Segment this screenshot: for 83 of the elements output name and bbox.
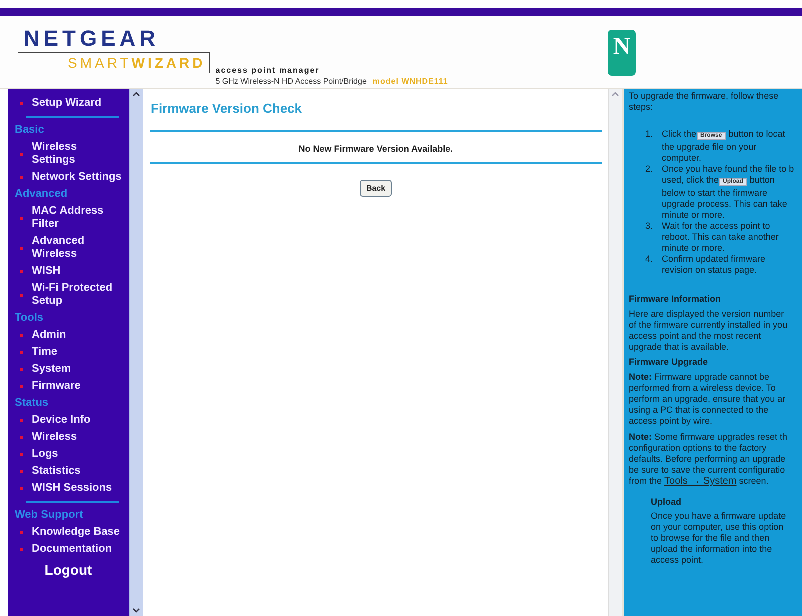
- section-heading: Advanced: [14, 188, 69, 201]
- step-text: below to start the firmware: [662, 188, 768, 198]
- bullet-icon: [20, 102, 23, 105]
- product-logo-text: SMART WIZARD: [18, 52, 210, 73]
- step-text: minute or more.: [662, 210, 726, 220]
- help-heading: Firmware Information: [629, 294, 722, 305]
- bullet-icon: [20, 487, 23, 490]
- scrollbar[interactable]: [129, 89, 143, 616]
- sidebar-link[interactable]: Network Settings: [32, 171, 122, 184]
- bullet-icon: [20, 351, 23, 354]
- bullet-icon: [20, 176, 23, 179]
- step-text: Click the: [662, 129, 697, 139]
- step-text: Confirm updated firmware: [662, 254, 766, 264]
- bullet-icon: [20, 385, 23, 388]
- bullet-icon: [20, 270, 23, 273]
- section-heading: Basic: [14, 124, 46, 137]
- step-text: revision on status page.: [662, 265, 758, 275]
- step-text: button: [750, 175, 775, 185]
- sidebar-link[interactable]: Wi-Fi Protected Setup: [32, 282, 113, 308]
- step-text: Once you have found the file to b: [662, 164, 794, 174]
- step-text: button to locat: [728, 129, 786, 139]
- bullet-icon: [20, 368, 23, 371]
- model-name: model WNHDE111: [372, 77, 448, 86]
- scroll-up-icon[interactable]: [133, 92, 140, 97]
- status-message: No New Firmware Version Available.: [298, 144, 454, 154]
- step-text: minute or more.: [662, 243, 726, 253]
- step-text: the upgrade file on your: [662, 142, 757, 152]
- sidebar-link[interactable]: MAC Address Filter: [32, 205, 104, 231]
- help-text: Note: Firmware upgrade cannot be performed from a wireless device. To perform an upgrade, ensure that you ar using a PC that is connected to the access point by wire.: [629, 372, 787, 427]
- sidebar-link[interactable]: Device Info: [32, 414, 91, 427]
- section-heading: Web Support: [14, 509, 84, 522]
- sidebar-link[interactable]: WISH: [32, 265, 61, 278]
- bullet-icon: [20, 419, 23, 422]
- section-heading: Status: [14, 397, 50, 410]
- sidebar-link[interactable]: WISH Sessions: [32, 482, 112, 495]
- bullet-icon: [20, 334, 23, 337]
- step-number: 3.: [644, 221, 654, 233]
- step-text: reboot. This can take another: [662, 232, 779, 242]
- help-text: Note: Some firmware upgrades reset th configuration options to the factory defaults. Before performing an upgrade be sure to save the current configuratio from the Tools → System screen.: [629, 432, 789, 487]
- scroll-down-icon[interactable]: [133, 608, 140, 613]
- logout-link[interactable]: Logout: [8, 562, 129, 578]
- help-text: Here are displayed the version number of the firmware currently installed in you access point and the most recent upgrade that is available.: [629, 309, 789, 353]
- sidebar-link[interactable]: Knowledge Base: [32, 526, 120, 539]
- bullet-icon: [20, 548, 23, 551]
- sidebar-link[interactable]: Setup Wizard: [32, 97, 102, 110]
- section-heading: Tools: [14, 312, 45, 325]
- step-number: 2.: [644, 164, 654, 176]
- brand-logo-text: NETGEAR: [23, 26, 161, 52]
- back-button[interactable]: Back: [360, 180, 392, 197]
- bullet-icon: [20, 531, 23, 534]
- sidebar-link[interactable]: Admin: [32, 329, 66, 342]
- wireless-n-badge: N: [608, 30, 636, 76]
- sidebar-link[interactable]: Time: [32, 346, 58, 359]
- subtitle: access point manager: [216, 66, 321, 76]
- scrollbar[interactable]: [608, 89, 622, 616]
- sidebar-link[interactable]: System: [32, 363, 72, 376]
- bullet-icon: [20, 152, 23, 156]
- bullet-icon: [20, 436, 23, 439]
- step-number: 4.: [644, 254, 654, 266]
- help-heading: Upload: [650, 497, 682, 508]
- page-title: Firmware Version Check: [151, 101, 304, 116]
- bullet-icon: [20, 470, 23, 473]
- bullet-icon: [20, 216, 23, 220]
- bullet-icon: [20, 246, 23, 250]
- bullet-icon: [20, 453, 23, 456]
- sidebar-link[interactable]: Statistics: [32, 465, 81, 478]
- step-text: computer.: [662, 153, 702, 163]
- step-number: 1.: [644, 129, 654, 141]
- sidebar-link[interactable]: Logs: [32, 448, 58, 461]
- help-text: Once you have a firmware update on your computer, use this option to browse for the file and then upload the information into the access point.: [650, 511, 788, 566]
- device-name: 5 GHz Wireless-N HD Access Point/Bridge: [216, 77, 367, 86]
- sidebar-link[interactable]: Documentation: [32, 543, 112, 556]
- sidebar-link[interactable]: Firmware: [32, 380, 81, 393]
- step-text: upgrade process. This can take: [662, 199, 788, 209]
- step-text: used, click the: [662, 175, 720, 185]
- sidebar-link[interactable]: Wireless Settings: [32, 141, 78, 167]
- sidebar-link[interactable]: Wireless: [32, 431, 78, 444]
- bullet-icon: [20, 294, 23, 296]
- help-heading: Firmware Upgrade: [629, 357, 710, 368]
- sidebar-link[interactable]: Advanced Wireless: [32, 235, 85, 261]
- tools-system-link[interactable]: Tools → System: [664, 476, 737, 487]
- help-text: To upgrade the firmware, follow these steps:: [629, 91, 780, 113]
- step-text: Wait for the access point to: [662, 221, 770, 231]
